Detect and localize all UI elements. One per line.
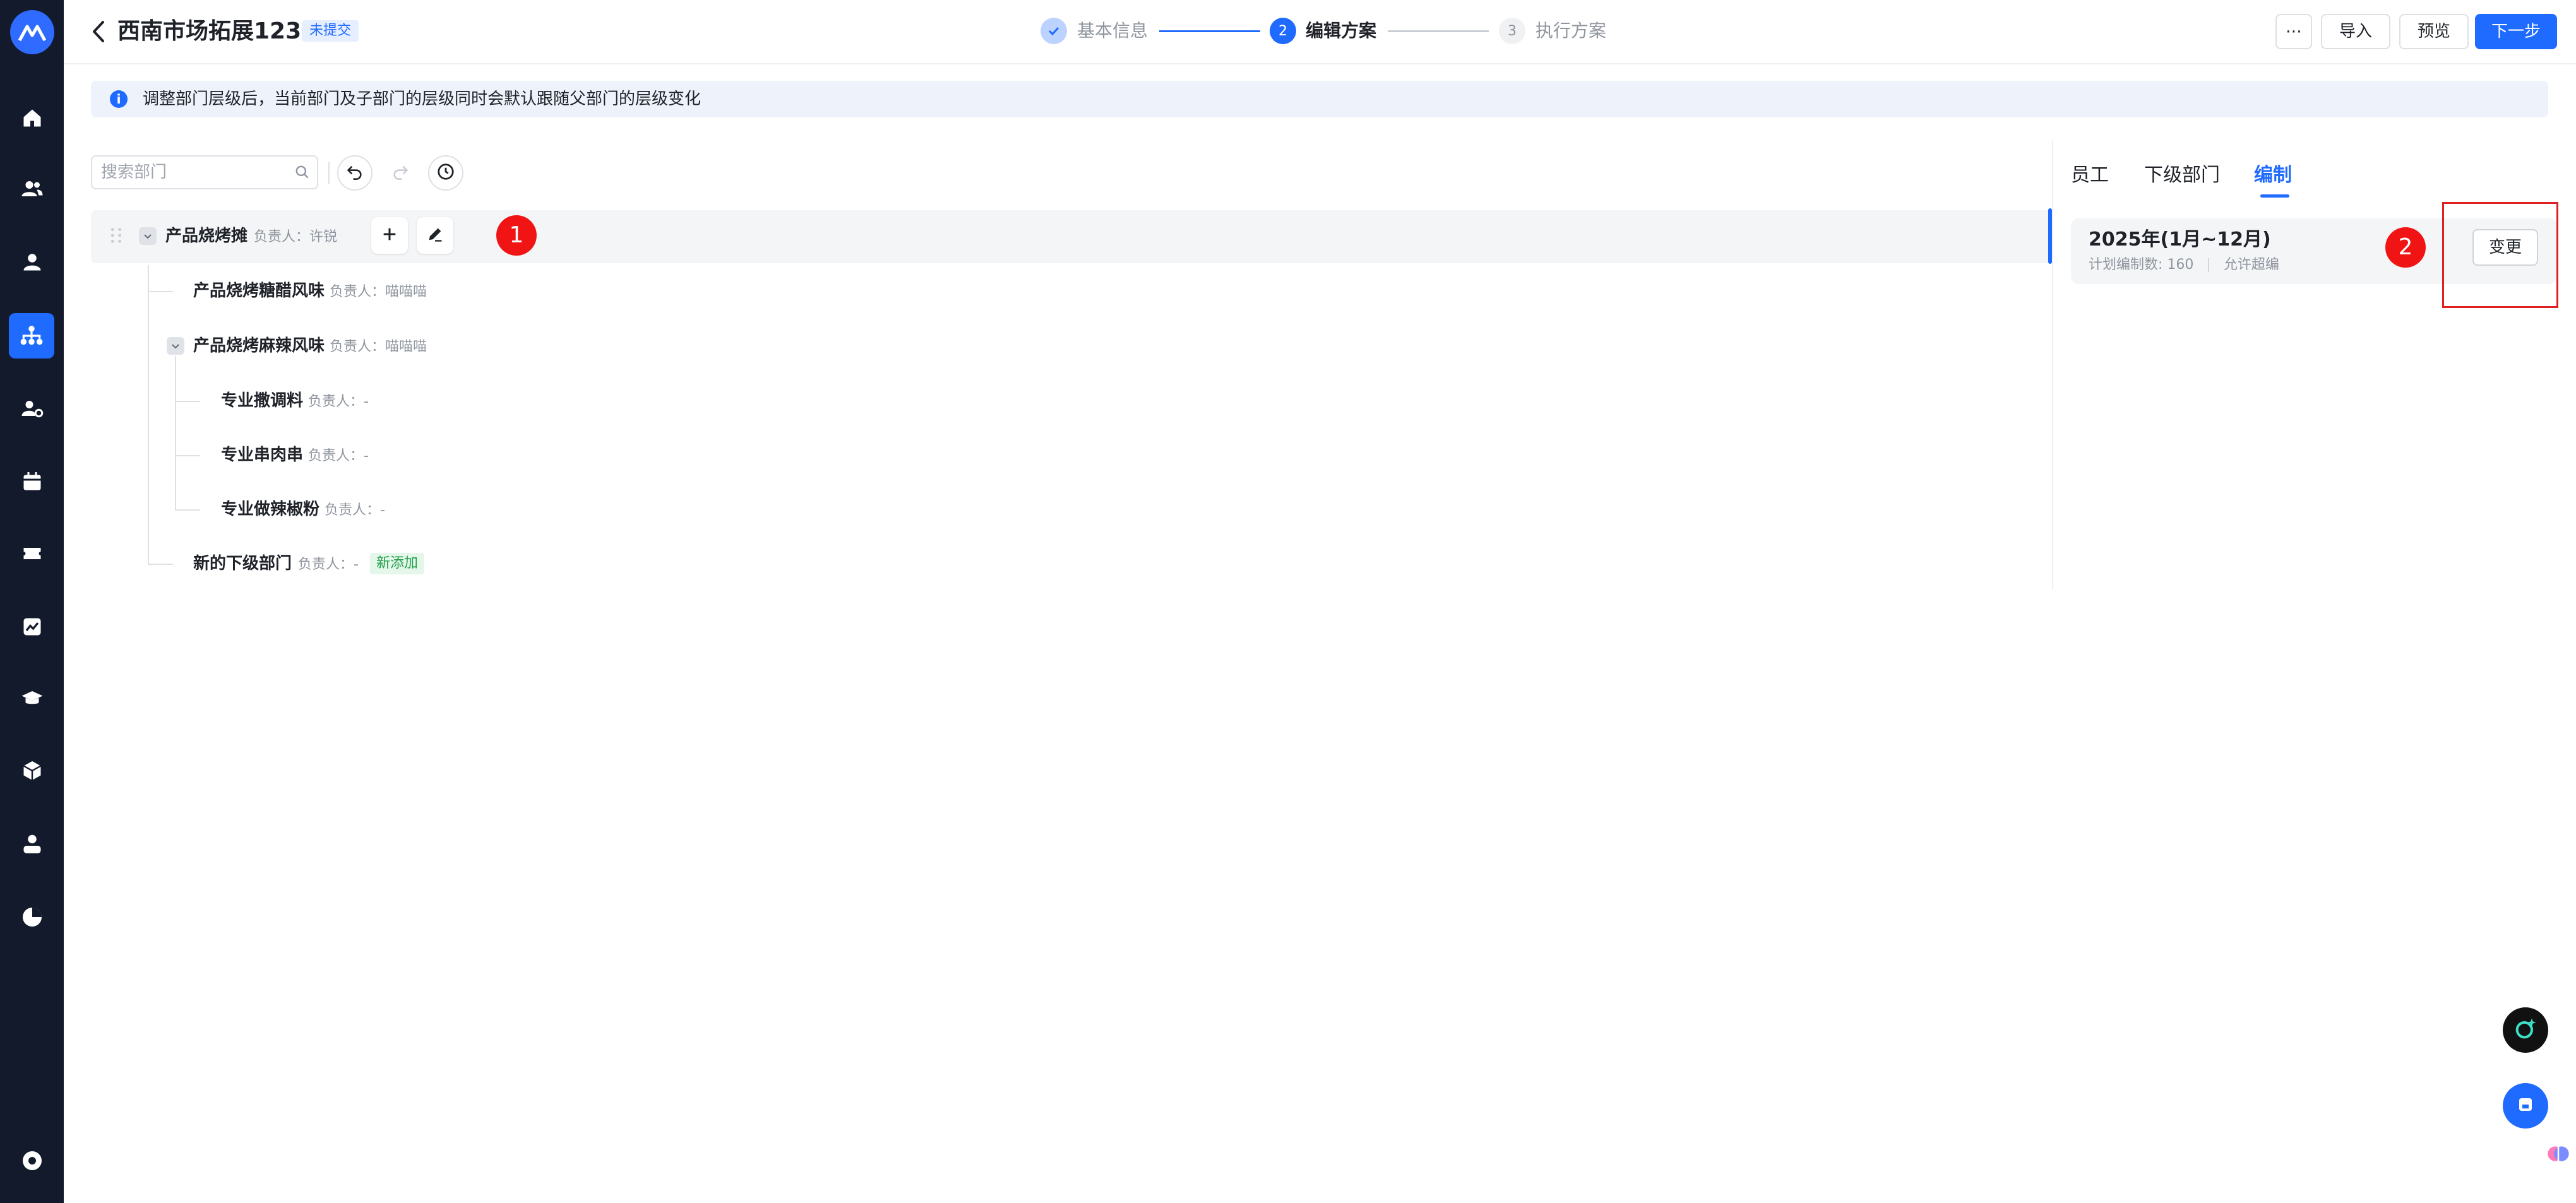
- graduation-icon[interactable]: [16, 683, 48, 714]
- redo-icon: [391, 163, 409, 183]
- tree-node-owner: 负责人：喵喵喵: [330, 284, 427, 300]
- tree-node-owner: 负责人：喵喵喵: [330, 339, 427, 355]
- history-button[interactable]: [428, 155, 463, 191]
- app-logo[interactable]: [10, 10, 54, 54]
- clock-icon: [436, 162, 455, 184]
- step-3-label: 执行方案: [1535, 20, 1607, 41]
- back-icon[interactable]: [86, 18, 111, 45]
- annotation-marker-1: 1: [496, 215, 537, 256]
- tab-sub-departments[interactable]: 下级部门: [2144, 162, 2220, 189]
- step-3-number: 3: [1499, 18, 1525, 44]
- info-icon: i: [110, 90, 128, 108]
- user-icon[interactable]: [16, 246, 48, 278]
- user-settings-icon[interactable]: [16, 393, 48, 424]
- tree-connector: [175, 401, 200, 402]
- search-input[interactable]: [92, 157, 278, 188]
- info-text: 调整部门层级后，当前部门及子部门的层级同时会默认跟随父部门的层级变化: [143, 90, 701, 109]
- brain-icon[interactable]: [2541, 1136, 2576, 1171]
- add-child-button[interactable]: [371, 217, 408, 254]
- redo-button[interactable]: [383, 155, 418, 191]
- plan-title: 2025年(1月~12月): [2089, 228, 2271, 251]
- tree-connector: [175, 509, 200, 511]
- home-icon[interactable]: [16, 102, 48, 134]
- active-tab-underline: [2260, 194, 2289, 198]
- save-button[interactable]: [2503, 1083, 2548, 1129]
- annotation-highlight-box: [2442, 202, 2558, 308]
- tree-node-name[interactable]: 专业做辣椒粉: [221, 497, 319, 522]
- tree-node-name[interactable]: 产品烧烤糖醋风味: [193, 278, 325, 304]
- calendar-icon[interactable]: [16, 466, 48, 497]
- tree-node-name[interactable]: 新的下级部门: [193, 551, 292, 576]
- ai-assistant-button[interactable]: [2503, 1007, 2548, 1053]
- profile-icon[interactable]: [16, 828, 48, 860]
- plan-summary: 计划编制数: 160 | 允许超编: [2089, 257, 2279, 273]
- tree-node-owner: 负责人：-: [325, 502, 385, 518]
- tree-node-name[interactable]: 产品烧烤摊: [165, 223, 247, 249]
- preview-button[interactable]: 预览: [2399, 14, 2469, 49]
- tab-employees[interactable]: 员工: [2071, 162, 2109, 189]
- tree-connector: [148, 291, 173, 292]
- undo-icon: [346, 163, 364, 183]
- pie-chart-icon[interactable]: [16, 901, 48, 933]
- import-button[interactable]: 导入: [2321, 14, 2390, 49]
- step-connector-1: [1159, 30, 1260, 32]
- step-1-label: 基本信息: [1077, 20, 1148, 41]
- tree-node-name[interactable]: 产品烧烤麻辣风味: [193, 333, 325, 359]
- selected-row-indicator: [2048, 208, 2052, 264]
- more-button[interactable]: ⋯: [2275, 14, 2312, 49]
- new-badge: 新添加: [370, 553, 425, 574]
- step-1-check-icon: [1041, 18, 1067, 44]
- tree-connector: [148, 265, 149, 564]
- tree-node-name[interactable]: 专业撒调料: [221, 388, 303, 413]
- tree-connector: [148, 564, 173, 565]
- edit-button[interactable]: [417, 217, 453, 254]
- cube-icon[interactable]: [16, 755, 48, 786]
- tree-node-owner: 负责人：-: [298, 557, 359, 572]
- search-icon[interactable]: [294, 164, 311, 183]
- undo-button[interactable]: [337, 155, 373, 191]
- drag-handle-icon[interactable]: [109, 226, 124, 247]
- settings-icon[interactable]: [16, 1145, 48, 1176]
- tree-connector: [175, 356, 176, 510]
- tree-node-owner: 负责人：许锐: [254, 229, 338, 245]
- tree-node-owner: 负责人：-: [308, 448, 369, 464]
- report-icon[interactable]: [16, 611, 48, 643]
- save-icon: [2516, 1095, 2535, 1117]
- ai-sparkle-icon: [2513, 1016, 2538, 1044]
- status-badge: 未提交: [302, 20, 359, 42]
- tab-headcount[interactable]: 编制: [2254, 162, 2292, 189]
- tree-node-owner: 负责人：-: [308, 394, 369, 410]
- next-step-button[interactable]: 下一步: [2475, 14, 2557, 49]
- plus-icon: [381, 225, 398, 246]
- collapse-chevron-icon[interactable]: [167, 337, 184, 355]
- collapse-chevron-icon[interactable]: [139, 227, 157, 245]
- ticket-icon[interactable]: [16, 538, 48, 569]
- search-box[interactable]: [91, 155, 318, 189]
- step-2-label: 编辑方案: [1306, 20, 1377, 41]
- toolbar-divider: [328, 162, 330, 184]
- step-2-number: 2: [1270, 18, 1296, 44]
- team-icon[interactable]: [16, 173, 48, 204]
- org-chart-icon[interactable]: [9, 313, 54, 359]
- panel-divider: [2052, 140, 2053, 590]
- step-connector-2: [1388, 30, 1489, 32]
- tree-node-name[interactable]: 专业串肉串: [221, 442, 303, 468]
- page-title: 西南市场拓展123: [117, 18, 302, 44]
- tree-connector: [175, 455, 200, 456]
- annotation-marker-2: 2: [2385, 227, 2426, 268]
- pencil-icon: [426, 225, 444, 246]
